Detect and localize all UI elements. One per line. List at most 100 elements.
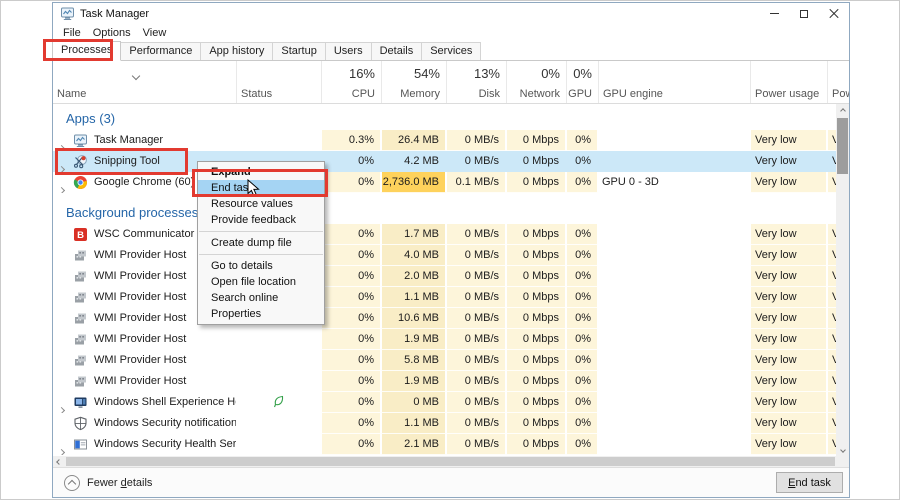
network-cell: 0 Mbps — [506, 172, 566, 193]
column-header-power-trend[interactable]: Pow — [827, 61, 849, 103]
table-row-wmi-provider-host[interactable]: WMI Provider Host 0% 2.0 MB 0 MB/s 0 Mbps 0% V… — [53, 266, 849, 287]
gpu_engine-cell — [598, 413, 750, 434]
power-cell: Very low — [750, 350, 827, 371]
scroll-left-icon[interactable] — [53, 458, 65, 465]
context-menu-item-provide-feedback[interactable]: Provide feedback — [198, 212, 324, 228]
wmi-icon — [73, 374, 88, 389]
disk-cell: 0 MB/s — [446, 308, 506, 329]
menu-view[interactable]: View — [137, 27, 173, 39]
context-menu-item-resource-values[interactable]: Resource values — [198, 196, 324, 212]
tab-startup[interactable]: Startup — [272, 42, 326, 60]
menu-options[interactable]: Options — [87, 27, 137, 39]
gpu_engine-cell — [598, 371, 750, 392]
context-menu-item-create-dump-file[interactable]: Create dump file — [198, 235, 324, 251]
tab-services[interactable]: Services — [421, 42, 482, 60]
memory-cell: 26.4 MB — [381, 130, 446, 151]
wmi-icon — [73, 269, 88, 284]
column-label: Status — [241, 88, 273, 100]
expand-chevron-icon[interactable] — [57, 180, 66, 193]
disk-cell: 0 MB/s — [446, 329, 506, 350]
process-name: WMI Provider Host — [94, 312, 187, 324]
name-cell: WMI Provider Host — [53, 350, 236, 371]
end-task-button[interactable]: End task — [776, 472, 843, 493]
horizontal-scrollbar-thumb[interactable] — [66, 457, 835, 466]
memory-cell: 0 MB — [381, 392, 446, 413]
title-bar[interactable]: Task Manager — [53, 3, 849, 24]
column-header-status[interactable]: Status — [236, 61, 321, 103]
wmi-icon — [73, 290, 88, 305]
scroll-down-icon[interactable] — [836, 443, 849, 456]
gpu-cell: 0% — [566, 413, 598, 434]
disk-cell: 0 MB/s — [446, 224, 506, 245]
gpu-cell: 0% — [566, 287, 598, 308]
table-row-wmi-provider-host[interactable]: WMI Provider Host 0% 10.6 MB 0 MB/s 0 Mbps 0%… — [53, 308, 849, 329]
memory-cell: 1.9 MB — [381, 329, 446, 350]
table-row-wmi-provider-host[interactable]: WMI Provider Host 0% 1.9 MB 0 MB/s 0 Mbps 0% V… — [53, 329, 849, 350]
svg-text:B: B — [77, 230, 84, 241]
minimize-icon — [769, 13, 779, 14]
gpu-cell: 0% — [566, 308, 598, 329]
column-header-power-usage[interactable]: Power usage — [750, 61, 827, 103]
vertical-scrollbar[interactable] — [836, 104, 849, 456]
task-manager-window: Task Manager File Options View Processes Pe… — [52, 2, 850, 498]
expand-chevron-icon[interactable] — [57, 442, 66, 455]
horizontal-scrollbar[interactable] — [53, 456, 836, 467]
column-header-gpu-engine[interactable]: GPU engine — [598, 61, 750, 103]
table-row-wmi-provider-host[interactable]: WMI Provider Host 0% 5.8 MB 0 MB/s 0 Mbps 0% V… — [53, 350, 849, 371]
memory-cell: 1.7 MB — [381, 224, 446, 245]
status-cell — [236, 130, 321, 151]
vertical-scrollbar-thumb[interactable] — [837, 118, 848, 174]
memory-cell: 1.1 MB — [381, 413, 446, 434]
table-row-wmi-provider-host[interactable]: WMI Provider Host 0% 1.9 MB 0 MB/s 0 Mbps 0% V… — [53, 371, 849, 392]
memory-cell: 1.1 MB — [381, 287, 446, 308]
menu-separator — [199, 254, 323, 255]
power-cell: Very low — [750, 434, 827, 455]
disk-cell: 0 MB/s — [446, 245, 506, 266]
tab-users[interactable]: Users — [324, 42, 372, 60]
table-row-wmi-provider-host[interactable]: WMI Provider Host 0% 1.1 MB 0 MB/s 0 Mbps 0% V… — [53, 287, 849, 308]
context-menu-item-properties[interactable]: Properties — [198, 306, 324, 322]
column-header-network[interactable]: 0% Network — [506, 61, 566, 103]
table-row-wmi-provider-host[interactable]: WMI Provider Host 0% 4.0 MB 0 MB/s 0 Mbps 0% V… — [53, 245, 849, 266]
memory-cell: 4.2 MB — [404, 155, 439, 167]
tab-performance[interactable]: Performance — [120, 42, 202, 60]
column-header-memory[interactable]: 54% Memory — [381, 61, 446, 103]
network-cell: 0 Mbps — [506, 329, 566, 350]
tab-app-history[interactable]: App history — [200, 42, 274, 60]
power-cell: Very low — [750, 371, 827, 392]
window-title: Task Manager — [80, 7, 150, 20]
column-label: Disk — [478, 88, 500, 100]
network-cell: 0 Mbps — [506, 413, 566, 434]
gpu_engine-cell — [598, 287, 750, 308]
context-menu-item-open-file-location[interactable]: Open file location — [198, 274, 324, 290]
gpu-cell: 0% — [566, 392, 598, 413]
gpu-cell: 0% — [566, 329, 598, 350]
column-header-cpu[interactable]: 16% CPU — [321, 61, 381, 103]
cpu-cell: 0% — [321, 224, 381, 245]
menu-file[interactable]: File — [57, 27, 87, 39]
context-menu-item-search-online[interactable]: Search online — [198, 290, 324, 306]
process-name: WMI Provider Host — [94, 249, 187, 261]
table-row-windows-security-health-service[interactable]: Windows Security Health Service0%2.1 MB0… — [53, 434, 849, 455]
table-row-google-chrome-60[interactable]: Google Chrome (60) 0% 2,736.0 MB 0.1 MB/s 0 … — [53, 172, 849, 193]
close-button[interactable] — [819, 3, 849, 24]
table-row-wsc-communicator[interactable]: B WSC Communicator 0% 1.7 MB 0 MB/s 0 Mbps 0% V… — [53, 224, 849, 245]
expand-chevron-icon[interactable] — [57, 400, 66, 413]
minimize-button[interactable] — [759, 3, 789, 24]
maximize-button[interactable] — [789, 3, 819, 24]
section-header: Apps (3) — [53, 104, 849, 130]
app-icon — [60, 6, 75, 21]
fewer-details-toggle[interactable]: Fewer details — [64, 474, 152, 491]
memory-cell: 2.1 MB — [381, 434, 446, 455]
scroll-up-icon[interactable] — [836, 104, 849, 117]
tab-details[interactable]: Details — [370, 42, 423, 60]
column-header-gpu[interactable]: 0% GPU — [566, 61, 598, 103]
context-menu-item-go-to-details[interactable]: Go to details — [198, 258, 324, 274]
process-name: Windows Security notification i... — [94, 417, 236, 429]
table-row-windows-security-notification-i[interactable]: Windows Security notification i... 0% 1.1 … — [53, 413, 849, 434]
column-header-name[interactable]: Name — [53, 61, 236, 103]
table-row-windows-shell-experience-host[interactable]: Windows Shell Experience Host 0% 0 MB 0 MB/… — [53, 392, 849, 413]
column-header-disk[interactable]: 13% Disk — [446, 61, 506, 103]
name-cell: WMI Provider Host — [53, 371, 236, 392]
cpu-cell: 0% — [321, 371, 381, 392]
